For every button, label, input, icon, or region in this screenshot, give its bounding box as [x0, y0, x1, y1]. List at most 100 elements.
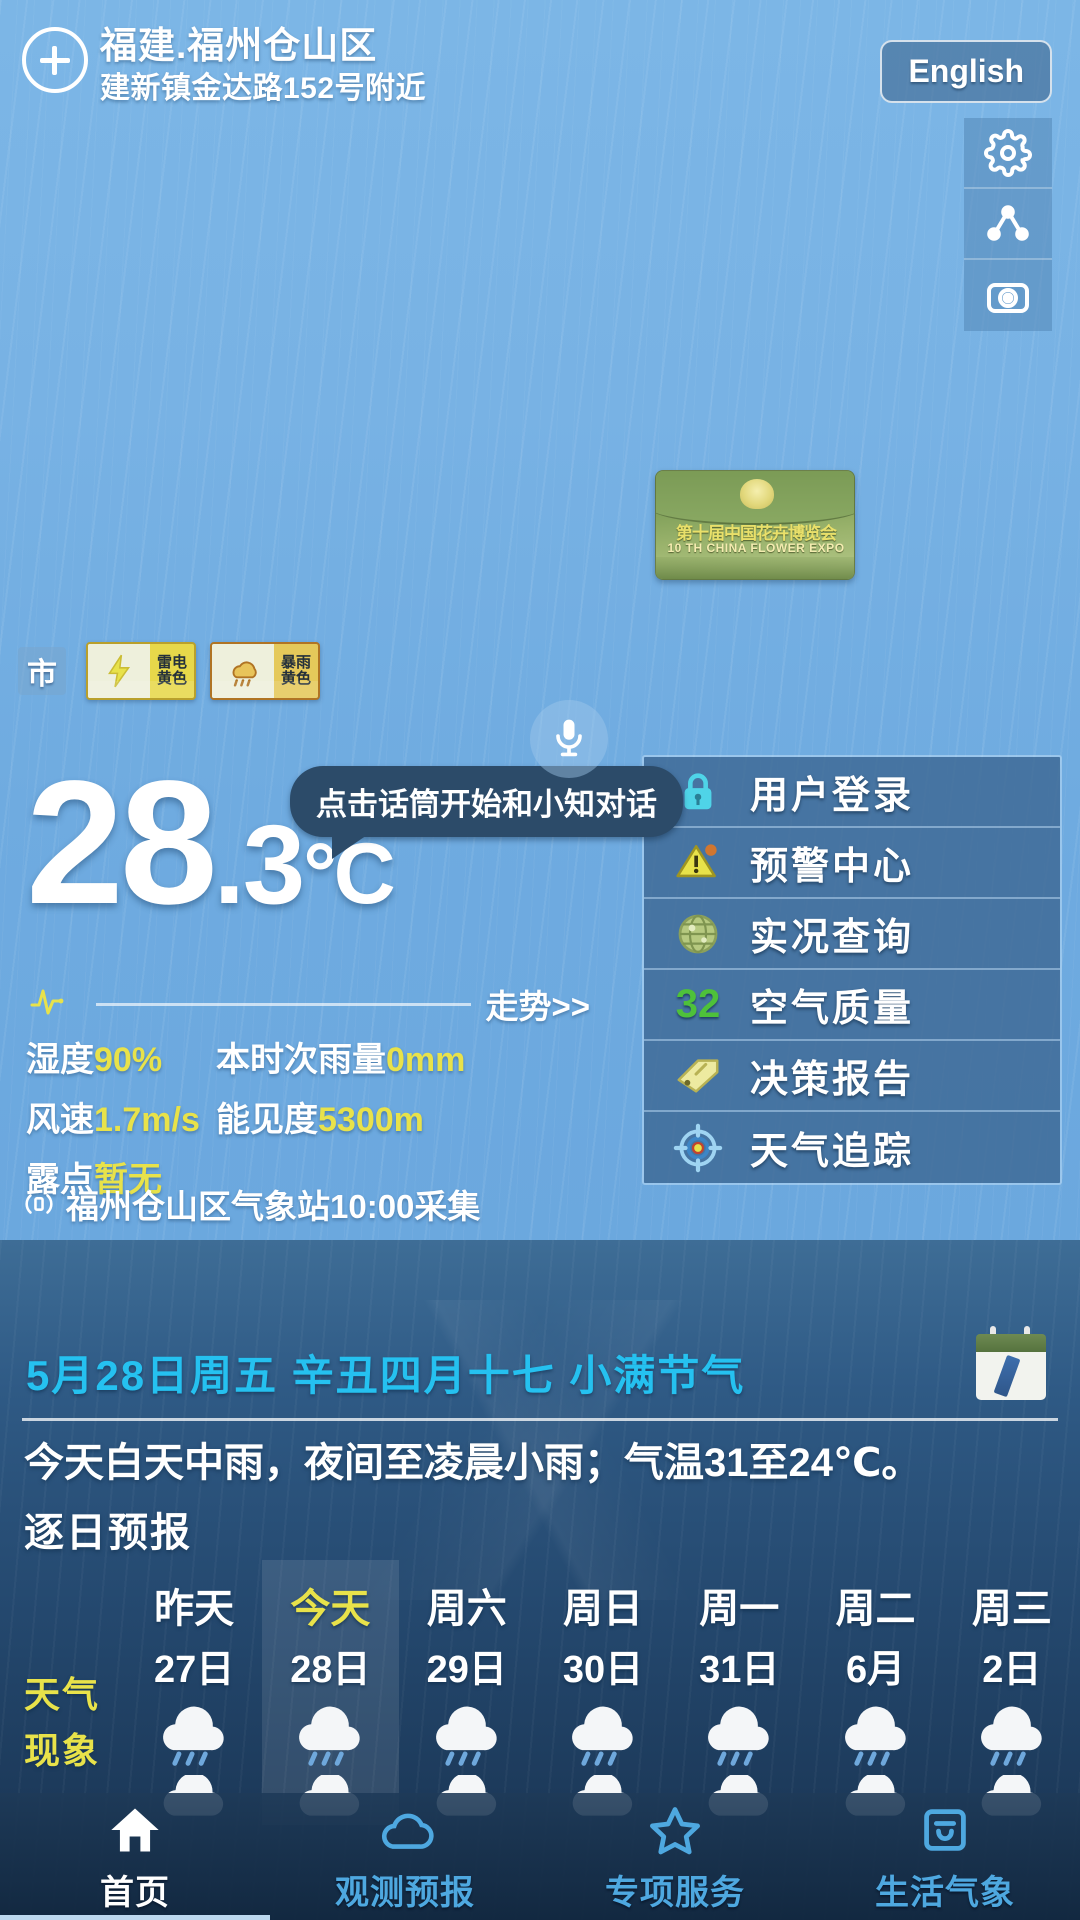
- stat-windspeed: 风速1.7m/s: [26, 1092, 216, 1141]
- flower-icon: [740, 479, 774, 509]
- rain-cloud-icon: [944, 1705, 1080, 1769]
- daily-forecast: 天气 现象 昨天 27日 今天 28日 周六 29日 周日 30日 周一 31日…: [0, 1560, 1080, 1825]
- bottom-navigation: 首页 观测预报 专项服务 生活气象: [0, 1793, 1080, 1920]
- menu-item-decision-report[interactable]: 决策报告: [644, 1041, 1060, 1112]
- stat-line-2: 风速1.7m/s 能见度5300m: [26, 1092, 646, 1141]
- stat-label: 湿度: [26, 1041, 94, 1079]
- globe-icon: [662, 905, 734, 963]
- stat-value: 0mm: [386, 1041, 466, 1079]
- nav-label: 生活气象: [875, 1873, 1015, 1912]
- forecast-day-6[interactable]: 周三 2日: [944, 1560, 1080, 1825]
- location-main: 福建.福州仓山区: [100, 25, 378, 66]
- forecast-day-name: 周六: [426, 1587, 507, 1631]
- warning-triangle-icon: [662, 834, 734, 892]
- banner-grass: [656, 557, 854, 579]
- forecast-day-name: 周日: [562, 1587, 643, 1631]
- temperature-integer: 28: [26, 745, 218, 941]
- forecast-day-5[interactable]: 周二 6月: [807, 1560, 943, 1825]
- trend-label: 走势>>: [485, 988, 590, 1025]
- location-sub: 建新镇金达路152号附近: [100, 72, 427, 105]
- forecast-day-date: 2日: [982, 1649, 1042, 1691]
- trend-divider: [96, 1002, 472, 1006]
- share-button[interactable]: [964, 189, 1052, 260]
- rain-cloud-icon: [399, 1705, 535, 1769]
- stat-visibility: 能见度5300m: [216, 1092, 424, 1141]
- tag-pencil-icon: [662, 1047, 734, 1105]
- english-button[interactable]: English: [880, 40, 1052, 103]
- menu-label: 决策报告: [750, 1059, 915, 1101]
- nav-label: 首页: [100, 1873, 170, 1912]
- calendar-icon[interactable]: [972, 1322, 1050, 1408]
- microphone-button[interactable]: [530, 700, 608, 778]
- temperature-decimal: .3: [213, 802, 305, 927]
- menu-item-weather-tracking[interactable]: 天气追踪: [644, 1112, 1060, 1183]
- signal-tower-icon: [22, 1187, 56, 1221]
- stat-label: 能见度: [216, 1101, 318, 1139]
- camera-button[interactable]: [964, 260, 1052, 331]
- star-icon: [647, 1804, 703, 1861]
- forecast-label-weather: 天气: [24, 1674, 101, 1715]
- forecast-day-0[interactable]: 昨天 27日: [126, 1560, 262, 1825]
- warning-badge-rain[interactable]: 暴雨 黄色: [210, 642, 320, 700]
- expo-subtitle: 10 TH CHINA FLOWER EXPO: [667, 541, 845, 555]
- weather-summary: 今天白天中雨，夜间至凌晨小雨；气温31至24℃。: [24, 1441, 922, 1485]
- menu-label: 天气追踪: [750, 1131, 915, 1173]
- menu-item-warning-center[interactable]: 预警中心: [644, 828, 1060, 899]
- microphone-icon: [547, 715, 591, 764]
- settings-button[interactable]: [964, 118, 1052, 189]
- home-icon: [107, 1804, 163, 1861]
- date-strip: 5月28日周五 辛丑四月十七 小满节气: [0, 1326, 1080, 1416]
- warning-line1: 雷电: [156, 654, 187, 671]
- aqi-value: 32: [675, 982, 721, 1026]
- forecast-day-name: 昨天: [154, 1587, 235, 1631]
- warning-footer: [212, 681, 318, 698]
- forecast-day-1[interactable]: 今天 28日: [262, 1560, 399, 1825]
- header: 福建.福州仓山区 建新镇金达路152号附近 English: [0, 0, 1080, 118]
- menu-label: 预警中心: [750, 846, 915, 888]
- plus-icon-vertical: [52, 46, 57, 75]
- forecast-day-name: 今天: [290, 1587, 371, 1631]
- trend-row[interactable]: 走势>>: [30, 983, 590, 1025]
- date-text: 5月28日周五 辛丑四月十七 小满节气: [26, 1352, 746, 1399]
- box-icon: [918, 1804, 972, 1861]
- share-icon: [984, 200, 1032, 248]
- stat-label: 本时次雨量: [216, 1041, 386, 1079]
- divider: [22, 1418, 1058, 1421]
- forecast-day-2[interactable]: 周六 29日: [399, 1560, 535, 1825]
- quick-menu: 用户登录 预警中心 实况查询 32 空气质量 决策报告 天气追踪: [642, 755, 1062, 1185]
- cloud-icon: [376, 1804, 434, 1861]
- forecast-day-date: 28日: [290, 1649, 371, 1691]
- forecast-day-name: 周二: [835, 1587, 916, 1631]
- stat-value: 90%: [94, 1041, 163, 1079]
- warning-badge-thunder[interactable]: 雷电 黄色: [86, 642, 196, 700]
- station-line: 福州仓山区气象站10:00采集: [22, 1180, 480, 1228]
- forecast-day-name: 周一: [699, 1587, 780, 1631]
- gear-icon: [984, 128, 1032, 177]
- nav-label: 专项服务: [605, 1873, 745, 1912]
- nav-item-home[interactable]: 首页: [0, 1793, 270, 1920]
- nav-item-observation-forecast[interactable]: 观测预报: [270, 1793, 540, 1920]
- stat-value: 1.7m/s: [94, 1101, 200, 1139]
- voice-assistant-tooltip: 点击话筒开始和小知对话: [290, 766, 683, 859]
- forecast-day-date: 29日: [426, 1649, 507, 1691]
- menu-item-live-query[interactable]: 实况查询: [644, 899, 1060, 970]
- forecast-label-phenomenon: 现象: [24, 1730, 101, 1771]
- calendar-top: [976, 1334, 1046, 1354]
- nav-item-life-weather[interactable]: 生活气象: [810, 1793, 1080, 1920]
- location-block[interactable]: 福建.福州仓山区 建新镇金达路152号附近: [100, 22, 426, 109]
- menu-item-air-quality[interactable]: 32 空气质量: [644, 970, 1060, 1041]
- menu-label: 空气质量: [750, 988, 915, 1030]
- menu-item-user-login[interactable]: 用户登录: [644, 757, 1060, 828]
- forecast-day-4[interactable]: 周一 31日: [671, 1560, 807, 1825]
- warning-row: 市 雷电 黄色 暴雨 黄色: [18, 642, 334, 700]
- add-location-button[interactable]: [22, 27, 88, 93]
- flower-expo-banner[interactable]: 第十届中国花卉博览会 10 TH CHINA FLOWER EXPO: [655, 470, 855, 580]
- nav-item-special-services[interactable]: 专项服务: [540, 1793, 810, 1920]
- forecast-day-date: 6月: [845, 1649, 906, 1691]
- stat-value: 5300m: [318, 1101, 424, 1139]
- rain-cloud-icon: [535, 1705, 671, 1769]
- station-text: 福州仓山区气象站10:00采集: [66, 1188, 481, 1225]
- warning-footer: [88, 681, 194, 698]
- stat-line-1: 湿度90% 本时次雨量0mm: [26, 1032, 646, 1081]
- forecast-day-3[interactable]: 周日 30日: [535, 1560, 671, 1825]
